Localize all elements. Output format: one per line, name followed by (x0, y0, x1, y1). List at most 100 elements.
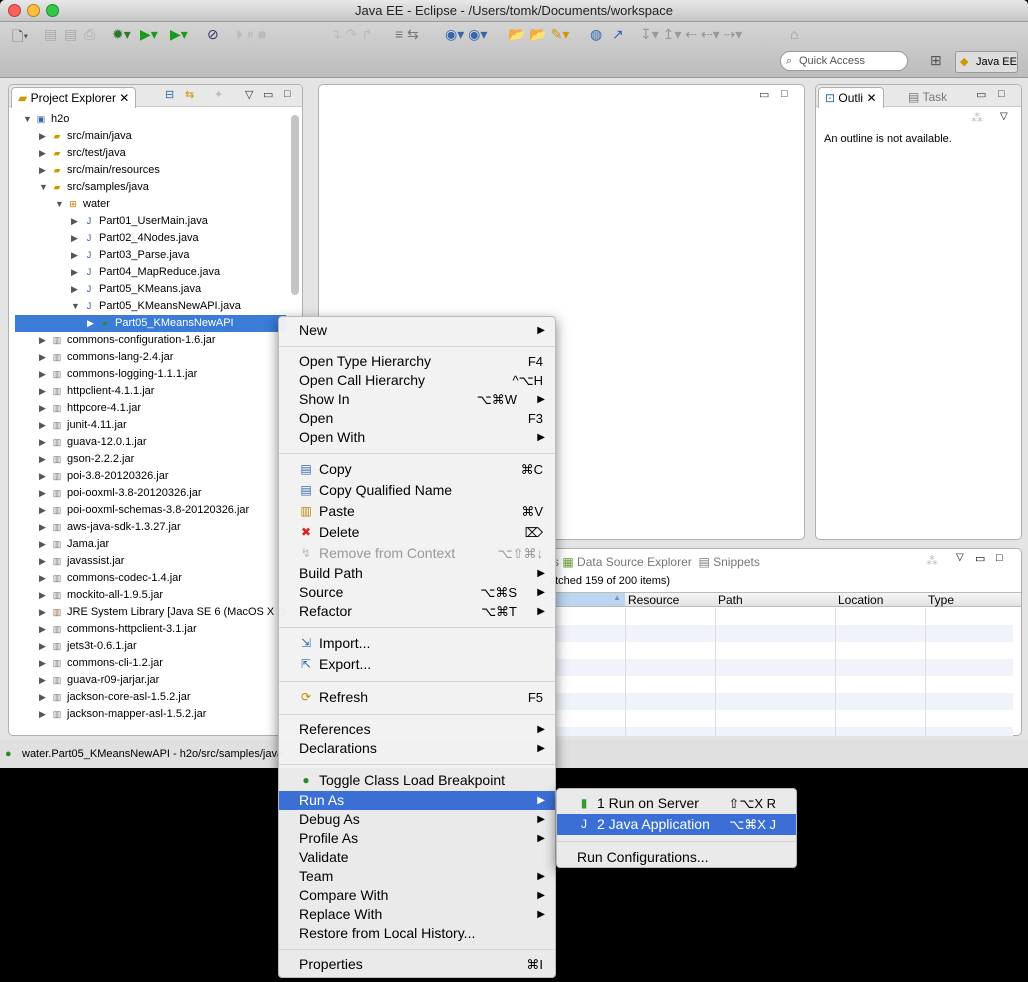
tree-item[interactable]: ▶ ▰ src/main/java (15, 128, 286, 145)
quick-access-input[interactable]: ⌕ Quick Access (780, 51, 908, 71)
debug-icon[interactable]: ✹▾ (112, 26, 131, 43)
tree-item[interactable]: ▼ J Part05_KMeansNewAPI.java (15, 298, 286, 315)
tree-item[interactable]: ▼ ▣ h2o (15, 111, 286, 128)
pin-icon[interactable]: ⌂ (790, 26, 798, 42)
resume-icon[interactable]: ⏵ ⏸ ■ (236, 26, 266, 43)
menu-item-2-java-application[interactable]: J 2 Java Application ⌥⌘X J (557, 814, 796, 835)
menu-item-run-configurations[interactable]: Run Configurations... (557, 847, 796, 868)
run-external-icon[interactable]: ▶▾ (170, 26, 188, 43)
expand-arrow-icon[interactable]: ▼ (23, 111, 32, 128)
menu-item-refresh[interactable]: ⟳ Refresh F5 (279, 687, 555, 708)
zoom-window-button[interactable] (46, 4, 59, 17)
print-icon[interactable]: ⎙ (84, 26, 95, 43)
collapse-arrow-icon[interactable]: ▶ (87, 315, 94, 332)
menu-item-open-call-hierarchy[interactable]: Open Call Hierarchy ^⌥H (279, 371, 555, 390)
menu-item-source[interactable]: Source ⌥⌘S ▶ (279, 583, 555, 602)
close-window-button[interactable] (8, 4, 21, 17)
collapse-arrow-icon[interactable]: ▶ (71, 264, 78, 281)
tab-outline[interactable]: ⊡ Outli ✕ (818, 87, 884, 108)
collapse-arrow-icon[interactable]: ▶ (71, 213, 78, 230)
collapse-arrow-icon[interactable]: ▶ (71, 247, 78, 264)
tab-snippets[interactable]: Snippets (713, 555, 760, 569)
menu-item-replace-with[interactable]: Replace With ▶ (279, 905, 555, 924)
menu-item-new[interactable]: New ▶ (279, 321, 555, 340)
column-location[interactable]: Location (838, 593, 883, 607)
tree-item[interactable]: ▶ ▥ JRE System Library [Java SE 6 (MacOS X… (15, 604, 286, 621)
minimize-icon[interactable]: ▭ (976, 88, 986, 101)
save-all-icon[interactable]: ▤ (64, 26, 77, 43)
column-resource[interactable]: Resource (628, 593, 679, 607)
menu-item-show-in[interactable]: Show In ⌥⌘W ▶ (279, 390, 555, 409)
tree-item[interactable]: ▶ ▥ commons-httpclient-3.1.jar (15, 621, 286, 638)
collapse-arrow-icon[interactable]: ▶ (39, 655, 46, 672)
minimize-window-button[interactable] (27, 4, 40, 17)
new-icon[interactable]: 🗋▾ (12, 26, 28, 50)
tree-item[interactable]: ▶ ▥ jackson-mapper-asl-1.5.2.jar (15, 706, 286, 723)
close-tab-icon[interactable]: ✕ (866, 91, 876, 105)
tree-item[interactable]: ▶ ▥ aws-java-sdk-1.3.27.jar (15, 519, 286, 536)
sort-column-header[interactable]: ▲ (549, 593, 625, 606)
tab-project-explorer[interactable]: ▰ Project Explorer ✕ (11, 87, 137, 108)
menu-item-declarations[interactable]: Declarations ▶ (279, 739, 555, 758)
tree-item[interactable]: ▶ ▥ junit-4.11.jar (15, 417, 286, 434)
focus-icon[interactable]: ✦ (214, 88, 223, 101)
menu-item-references[interactable]: References ▶ (279, 720, 555, 739)
navigation-icons[interactable]: ↧▾ ↥▾ ⇠ ⇠▾ ⇢▾ (640, 26, 742, 43)
tree-item[interactable]: ▶ ▰ src/test/java (15, 145, 286, 162)
menu-item-compare-with[interactable]: Compare With ▶ (279, 886, 555, 905)
menu-item-import[interactable]: ⇲ Import... (279, 633, 555, 654)
collapse-arrow-icon[interactable]: ▶ (39, 536, 46, 553)
collapse-arrow-icon[interactable]: ▶ (39, 383, 46, 400)
maximize-icon[interactable]: □ (996, 552, 1003, 564)
tree-item[interactable]: ▶ J Part04_MapReduce.java (15, 264, 286, 281)
maximize-icon[interactable]: □ (284, 88, 291, 100)
menu-item-toggle-class-load-breakpoint[interactable]: ● Toggle Class Load Breakpoint (279, 770, 555, 791)
menu-item-team[interactable]: Team ▶ (279, 867, 555, 886)
collapse-arrow-icon[interactable]: ▶ (39, 332, 46, 349)
collapse-all-icon[interactable]: ⊟ (165, 88, 174, 101)
tree-item[interactable]: ▶ J Part05_KMeans.java (15, 281, 286, 298)
menu-item-export[interactable]: ⇱ Export... (279, 654, 555, 675)
collapse-arrow-icon[interactable]: ▶ (39, 434, 46, 451)
tree-item[interactable]: ▶ ▥ guava-r09-jarjar.jar (15, 672, 286, 689)
tree-item[interactable]: ▶ J Part02_4Nodes.java (15, 230, 286, 247)
menu-item-1-run-on-server[interactable]: ▮ 1 Run on Server ⇧⌥X R (557, 793, 796, 814)
collapse-arrow-icon[interactable]: ▶ (39, 162, 46, 179)
new-server-icon[interactable]: ◉▾ ◉▾ (445, 26, 487, 43)
collapse-arrow-icon[interactable]: ▶ (39, 502, 46, 519)
open-perspective-icon[interactable]: ⊞ (930, 52, 942, 69)
tree-item[interactable]: ▶ J Part01_UserMain.java (15, 213, 286, 230)
menu-item-restore-from-local-history[interactable]: Restore from Local History... (279, 924, 555, 943)
tree-item[interactable]: ▶ ▥ poi-ooxml-schemas-3.8-20120326.jar (15, 502, 286, 519)
maximize-icon[interactable]: □ (998, 88, 1005, 100)
menu-item-remove-from-context[interactable]: ↯ Remove from Context ⌥⇧⌘↓ (279, 543, 555, 564)
menu-item-open[interactable]: Open F3 (279, 409, 555, 428)
collapse-arrow-icon[interactable]: ▶ (39, 553, 46, 570)
collapse-arrow-icon[interactable]: ▶ (39, 672, 46, 689)
collapse-arrow-icon[interactable]: ▶ (39, 468, 46, 485)
tree-item[interactable]: ▶ ▥ Jama.jar (15, 536, 286, 553)
globe-icon[interactable]: ◍ (590, 26, 602, 43)
expand-arrow-icon[interactable]: ▼ (39, 179, 48, 196)
menu-item-build-path[interactable]: Build Path ▶ (279, 564, 555, 583)
collapse-arrow-icon[interactable]: ▶ (39, 570, 46, 587)
collapse-arrow-icon[interactable]: ▶ (39, 128, 46, 145)
tree-item[interactable]: ▶ ▥ gson-2.2.2.jar (15, 451, 286, 468)
collapse-arrow-icon[interactable]: ▶ (71, 230, 78, 247)
perspective-java-ee-button[interactable]: ◆ Java EE (955, 51, 1018, 73)
column-path[interactable]: Path (718, 593, 743, 607)
link-with-editor-icon[interactable]: ⇆ (185, 88, 194, 101)
toolbar-icon[interactable]: ⁂ (971, 111, 983, 125)
tree-item[interactable]: ▶ ▥ jets3t-0.6.1.jar (15, 638, 286, 655)
tree-item[interactable]: ▼ ⊞ water (15, 196, 286, 213)
tree-item[interactable]: ▶ ▥ commons-codec-1.4.jar (15, 570, 286, 587)
tab-data-source-explorer[interactable]: Data Source Explorer (577, 555, 692, 569)
expand-arrow-icon[interactable]: ▼ (71, 298, 80, 315)
tree-item[interactable]: ▶ ▰ src/main/resources (15, 162, 286, 179)
tree-item[interactable]: ▼ ▰ src/samples/java (15, 179, 286, 196)
column-type[interactable]: Type (928, 593, 954, 607)
tree-item[interactable]: ▶ ▥ guava-12.0.1.jar (15, 434, 286, 451)
menu-item-copy[interactable]: ▤ Copy ⌘C (279, 459, 555, 480)
tree-item[interactable]: ▶ ▥ commons-configuration-1.6.jar (15, 332, 286, 349)
menu-item-open-with[interactable]: Open With ▶ (279, 428, 555, 447)
